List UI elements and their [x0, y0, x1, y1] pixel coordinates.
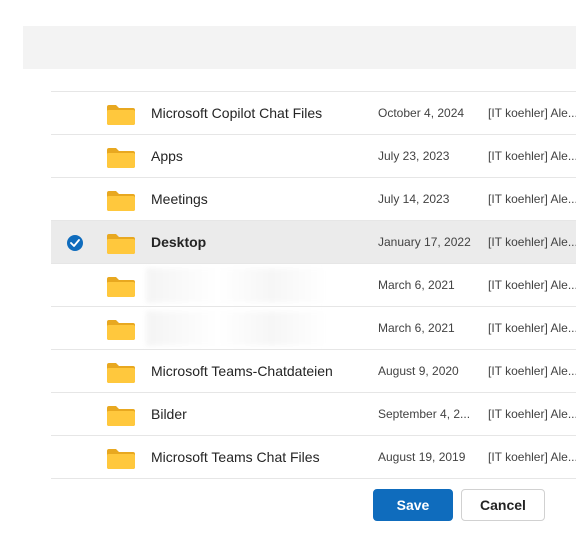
- modified-by: [IT koehler] Ale...: [488, 364, 576, 378]
- file-row[interactable]: Desktop January 17, 2022 [IT koehler] Ale.…: [51, 221, 576, 264]
- file-row[interactable]: Meetings July 14, 2023 [IT koehler] Ale...: [51, 178, 576, 221]
- cancel-button[interactable]: Cancel: [461, 489, 545, 521]
- modified-date: September 4, 2...: [378, 407, 471, 421]
- file-row[interactable]: Microsoft Teams Chat Files August 19, 201…: [51, 436, 576, 479]
- save-button[interactable]: Save: [373, 489, 453, 521]
- list-header-bar: [23, 26, 576, 69]
- folder-icon: [107, 449, 135, 469]
- file-row[interactable]: Microsoft Copilot Chat Files October 4, 2…: [51, 92, 576, 135]
- file-row[interactable]: Bilder September 4, 2... [IT koehler] Ale.…: [51, 393, 576, 436]
- modified-date: July 14, 2023: [378, 192, 450, 206]
- modified-by: [IT koehler] Ale...: [488, 278, 576, 292]
- redacted-name: [146, 311, 326, 346]
- folder-icon: [107, 277, 135, 297]
- file-name[interactable]: Microsoft Teams Chat Files: [151, 436, 320, 478]
- modified-date: March 6, 2021: [378, 278, 455, 292]
- modified-by: [IT koehler] Ale...: [488, 235, 576, 249]
- file-row[interactable]: Microsoft Teams-Chatdateien August 9, 202…: [51, 350, 576, 393]
- folder-icon: [107, 363, 135, 383]
- modified-by: [IT koehler] Ale...: [488, 450, 576, 464]
- modified-by: [IT koehler] Ale...: [488, 149, 576, 163]
- file-name[interactable]: Microsoft Copilot Chat Files: [151, 92, 322, 134]
- modified-by: [IT koehler] Ale...: [488, 192, 576, 206]
- folder-icon: [107, 105, 135, 125]
- modified-by: [IT koehler] Ale...: [488, 407, 576, 421]
- modified-by: [IT koehler] Ale...: [488, 106, 576, 120]
- modified-date: March 6, 2021: [378, 321, 455, 335]
- folder-icon: [107, 234, 135, 254]
- checkmark-circle-icon[interactable]: [67, 235, 83, 251]
- file-row[interactable]: Apps July 23, 2023 [IT koehler] Ale...: [51, 135, 576, 178]
- folder-icon: [107, 320, 135, 340]
- file-name[interactable]: Bilder: [151, 393, 187, 435]
- redacted-name: [146, 268, 326, 303]
- file-list: AufnahmenFebruary 11SharePoint-AppMicros…: [51, 42, 576, 479]
- folder-icon: [107, 148, 135, 168]
- file-row[interactable]: March 6, 2021 [IT koehler] Ale...: [51, 307, 576, 350]
- file-name[interactable]: Apps: [151, 135, 183, 177]
- file-name[interactable]: Desktop: [151, 221, 206, 263]
- file-name[interactable]: Microsoft Teams-Chatdateien: [151, 350, 333, 392]
- folder-icon: [107, 191, 135, 211]
- modified-by: [IT koehler] Ale...: [488, 321, 576, 335]
- modified-date: July 23, 2023: [378, 149, 450, 163]
- modified-date: January 17, 2022: [378, 235, 471, 249]
- file-row[interactable]: March 6, 2021 [IT koehler] Ale...: [51, 264, 576, 307]
- modified-date: August 9, 2020: [378, 364, 459, 378]
- file-name[interactable]: Meetings: [151, 178, 208, 220]
- modified-date: October 4, 2024: [378, 106, 465, 120]
- modified-date: August 19, 2019: [378, 450, 466, 464]
- folder-icon: [107, 406, 135, 426]
